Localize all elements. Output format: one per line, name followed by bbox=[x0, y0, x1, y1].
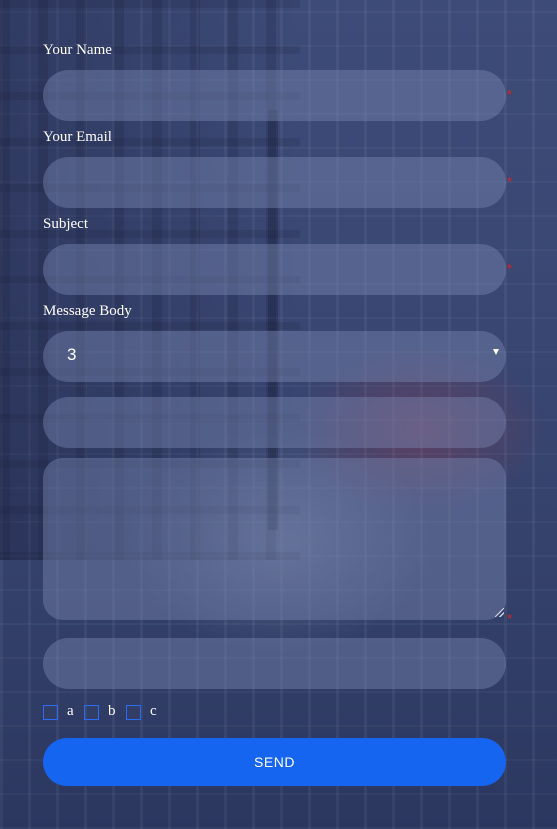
extra-input[interactable] bbox=[43, 397, 506, 448]
required-marker: * bbox=[507, 261, 513, 276]
checkbox-b[interactable] bbox=[84, 705, 99, 720]
checkbox-c[interactable] bbox=[126, 705, 141, 720]
your-name-input[interactable] bbox=[43, 70, 506, 121]
contact-form: Your Name * Your Email * Subject * Messa… bbox=[0, 0, 557, 829]
subject-input[interactable] bbox=[43, 244, 506, 295]
checkbox-b-label: b bbox=[108, 703, 116, 719]
message-body-label: Message Body bbox=[43, 303, 132, 319]
subject-label: Subject bbox=[43, 216, 88, 232]
select-value: 3 bbox=[67, 345, 77, 364]
required-marker: * bbox=[507, 174, 513, 189]
bottom-input[interactable] bbox=[43, 638, 506, 689]
resize-handle-icon[interactable] bbox=[495, 608, 504, 617]
send-button[interactable]: SEND bbox=[43, 738, 506, 786]
message-select[interactable] bbox=[43, 331, 506, 382]
message-textarea[interactable] bbox=[43, 458, 506, 620]
chevron-down-icon bbox=[493, 349, 499, 355]
checkbox-a[interactable] bbox=[43, 705, 58, 720]
your-name-label: Your Name bbox=[43, 42, 112, 58]
required-marker: * bbox=[507, 87, 513, 102]
checkbox-a-label: a bbox=[67, 703, 74, 719]
required-marker: * bbox=[507, 611, 513, 626]
your-email-label: Your Email bbox=[43, 129, 112, 145]
checkbox-c-label: c bbox=[150, 703, 157, 719]
your-email-input[interactable] bbox=[43, 157, 506, 208]
